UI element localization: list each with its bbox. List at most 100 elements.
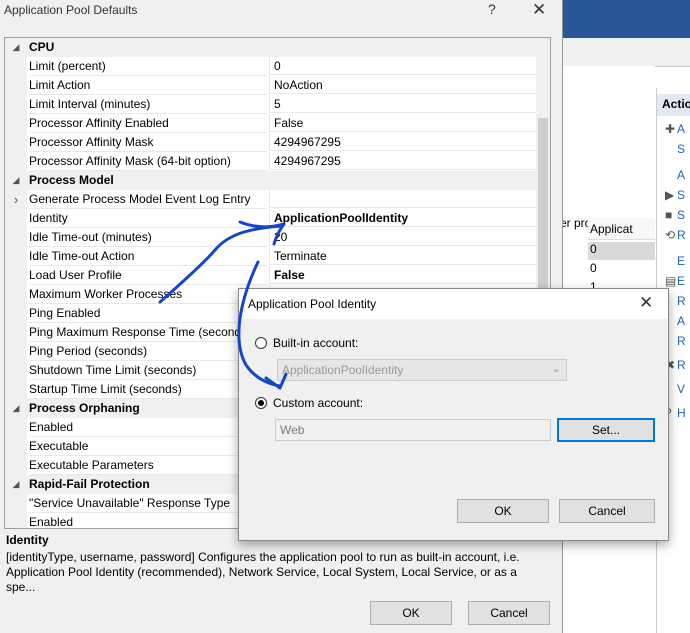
property-name: Generate Process Model Event Log Entry <box>29 190 267 209</box>
property-value[interactable]: 4294967295 <box>269 133 536 151</box>
action-label: V <box>677 382 686 396</box>
row-gutter <box>5 380 27 399</box>
custom-account-radio[interactable] <box>255 397 267 409</box>
play-icon: ▶ <box>665 188 675 202</box>
action-link[interactable]: A <box>665 168 685 182</box>
property-value[interactable]: ApplicationPoolIdentity <box>269 209 536 227</box>
row-gutter <box>5 95 27 114</box>
property-row[interactable]: Idle Time-out Action Terminate <box>5 247 536 266</box>
property-name: Processor Affinity Mask <box>29 133 267 152</box>
row-gutter <box>5 133 27 152</box>
action-link[interactable]: ▶ S <box>665 188 685 202</box>
cancel-button[interactable]: Cancel <box>468 601 550 625</box>
property-name: Ping Period (seconds) <box>29 342 267 361</box>
action-link[interactable]: E <box>665 254 685 268</box>
description-text: [identityType, username, password] Confi… <box>6 550 520 594</box>
property-row[interactable]: Limit (percent) 0 <box>5 57 536 76</box>
category-row[interactable]: ◢ Process Model <box>5 171 536 190</box>
collapse-icon[interactable]: ◢ <box>5 38 27 57</box>
property-row[interactable]: Idle Time-out (minutes) 20 <box>5 228 536 247</box>
collapse-icon[interactable]: ◢ <box>5 475 27 494</box>
collapse-icon[interactable]: ◢ <box>5 399 27 418</box>
row-gutter <box>5 342 27 361</box>
action-label: E <box>677 254 686 268</box>
property-value[interactable]: 20 <box>269 228 536 246</box>
expand-icon[interactable]: › <box>5 190 27 209</box>
close-icon[interactable]: ✕ <box>639 293 653 313</box>
action-link[interactable]: ⟲ R <box>665 228 686 242</box>
property-row[interactable]: Identity ApplicationPoolIdentity <box>5 209 536 228</box>
property-value[interactable]: 0 <box>269 57 536 75</box>
background-list-row[interactable]: 0 <box>588 242 655 260</box>
property-name: Processor Affinity Enabled <box>29 114 267 133</box>
identity-cancel-button[interactable]: Cancel <box>559 499 655 523</box>
property-name: Load User Profile <box>29 266 267 285</box>
action-label: A <box>677 122 686 136</box>
action-label: A <box>677 314 686 328</box>
action-label: E <box>677 274 686 288</box>
property-row[interactable]: Processor Affinity Mask (64-bit option) 4… <box>5 152 536 171</box>
row-gutter <box>5 228 27 247</box>
row-gutter <box>5 266 27 285</box>
action-link[interactable]: ▤E <box>665 274 685 288</box>
action-link[interactable]: S <box>665 142 685 156</box>
action-label: S <box>677 142 686 156</box>
property-name: Shutdown Time Limit (seconds) <box>29 361 267 380</box>
help-icon[interactable]: ? <box>488 1 496 17</box>
ok-button[interactable]: OK <box>370 601 452 625</box>
property-name: Maximum Worker Processes <box>29 285 267 304</box>
stop-icon: ■ <box>665 208 673 222</box>
action-label: R <box>677 294 686 308</box>
builtin-account-value: ApplicationPoolIdentity <box>282 363 404 377</box>
background-column-header[interactable]: Applicat <box>588 218 655 240</box>
set-button[interactable]: Set... <box>557 418 655 442</box>
property-name: Startup Time Limit (seconds) <box>29 380 267 399</box>
action-link[interactable]: ✚ A <box>665 122 685 136</box>
row-gutter <box>5 57 27 76</box>
category-row[interactable]: ◢ CPU <box>5 38 536 57</box>
custom-account-field[interactable]: Web <box>275 419 551 441</box>
row-gutter <box>5 247 27 266</box>
property-name: Processor Affinity Mask (64-bit option) <box>29 152 267 171</box>
category-label: Process Orphaning <box>29 401 140 415</box>
custom-account-label[interactable]: Custom account: <box>273 396 363 410</box>
property-value[interactable] <box>269 190 536 208</box>
row-gutter <box>5 494 27 513</box>
row-gutter <box>5 437 27 456</box>
identity-ok-button[interactable]: OK <box>457 499 549 523</box>
action-label: R <box>677 334 686 348</box>
builtin-account-select[interactable]: ApplicationPoolIdentity ⌄ <box>277 359 567 381</box>
actions-pane-header: Actio <box>657 94 690 116</box>
property-value[interactable]: Terminate <box>269 247 536 265</box>
description-title: Identity <box>6 533 49 547</box>
category-label: CPU <box>29 40 55 54</box>
row-gutter <box>5 76 27 95</box>
property-value[interactable]: 5 <box>269 95 536 113</box>
property-row[interactable]: Processor Affinity Mask 4294967295 <box>5 133 536 152</box>
property-value[interactable]: 4294967295 <box>269 152 536 170</box>
property-row[interactable]: Processor Affinity Enabled False <box>5 114 536 133</box>
category-label: Rapid-Fail Protection <box>29 477 150 491</box>
builtin-account-radio[interactable] <box>255 337 267 349</box>
property-row[interactable]: Load User Profile False <box>5 266 536 285</box>
dialog-title: Application Pool Defaults <box>4 3 138 17</box>
background-list-row[interactable]: 0 <box>588 261 655 279</box>
action-label: H <box>677 406 686 420</box>
close-icon[interactable]: ✕ <box>532 0 546 20</box>
row-gutter <box>5 304 27 323</box>
property-value[interactable]: NoAction <box>269 76 536 94</box>
builtin-account-label[interactable]: Built-in account: <box>273 336 358 350</box>
property-row[interactable]: › Generate Process Model Event Log Entry <box>5 190 536 209</box>
identity-dialog-title: Application Pool Identity <box>248 297 377 311</box>
property-name: Ping Maximum Response Time (seconds) <box>29 323 267 342</box>
property-row[interactable]: Limit Interval (minutes) 5 <box>5 95 536 114</box>
collapse-icon[interactable]: ◢ <box>5 171 27 190</box>
property-name: Idle Time-out Action <box>29 247 267 266</box>
row-gutter <box>5 209 27 228</box>
property-row[interactable]: Limit Action NoAction <box>5 76 536 95</box>
action-label: S <box>677 188 686 202</box>
property-value[interactable]: False <box>269 266 536 284</box>
action-link[interactable]: ■ S <box>665 208 685 222</box>
row-gutter <box>5 114 27 133</box>
property-value[interactable]: False <box>269 114 536 132</box>
